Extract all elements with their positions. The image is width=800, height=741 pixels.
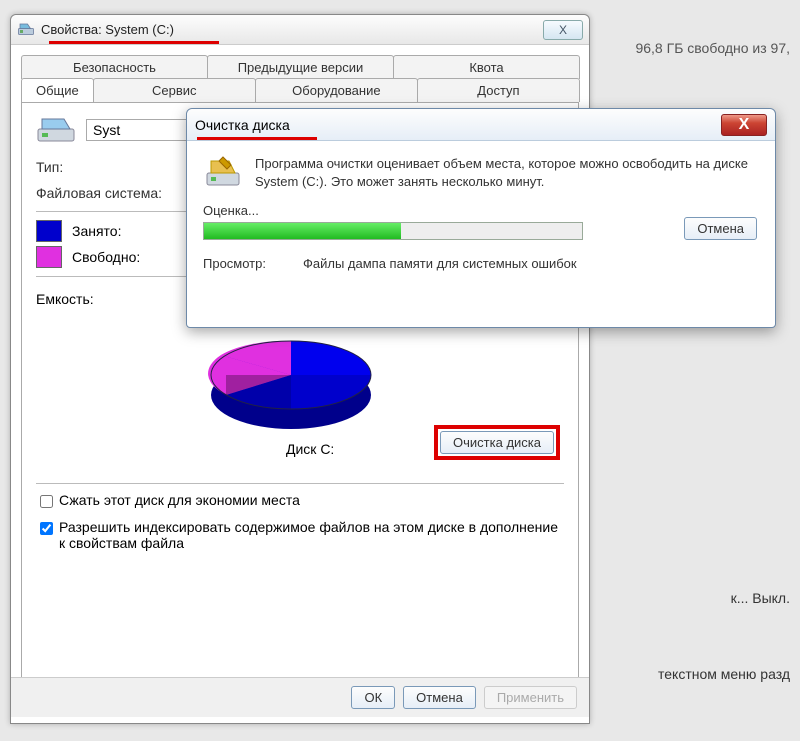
legend-used-label: Занято: — [72, 223, 122, 239]
tab-security[interactable]: Безопасность — [21, 55, 208, 79]
cleanup-title-text: Очистка диска — [195, 117, 721, 133]
cleanup-titlebar[interactable]: Очистка диска X — [187, 109, 775, 141]
properties-title: Свойства: System (C:) — [41, 22, 543, 37]
compress-checkbox-row[interactable]: Сжать этот диск для экономии места — [36, 492, 564, 511]
tab-previous-versions[interactable]: Предыдущие версии — [207, 55, 394, 79]
ok-button[interactable]: ОК — [351, 686, 395, 709]
disk-cleanup-button[interactable]: Очистка диска — [440, 431, 554, 454]
tab-hardware[interactable]: Оборудование — [255, 78, 418, 102]
index-label: Разрешить индексировать содержимое файло… — [59, 519, 564, 551]
progress-bar — [203, 222, 583, 240]
compress-checkbox[interactable] — [40, 495, 53, 508]
disk-cleanup-icon — [203, 155, 243, 191]
index-checkbox-row[interactable]: Разрешить индексировать содержимое файло… — [36, 519, 564, 551]
cleanup-message: Программа очистки оценивает объем места,… — [255, 155, 759, 191]
properties-titlebar[interactable]: Свойства: System (C:) X — [11, 15, 589, 45]
annotation-underline — [197, 137, 317, 140]
scan-label: Просмотр: — [203, 256, 303, 271]
usage-pie-chart — [196, 313, 386, 443]
scan-value: Файлы дампа памяти для системных ошибок — [303, 256, 577, 271]
explorer-free-space-text: 96,8 ГБ свободно из 97, — [635, 40, 790, 56]
apply-button[interactable]: Применить — [484, 686, 577, 709]
dialog-button-bar: ОК Отмена Применить — [11, 677, 589, 717]
tab-sharing[interactable]: Доступ — [417, 78, 580, 102]
close-button[interactable]: X — [721, 114, 767, 136]
divider — [36, 483, 564, 484]
tab-tools[interactable]: Сервис — [93, 78, 256, 102]
legend-swatch-used — [36, 220, 62, 242]
legend-swatch-free — [36, 246, 62, 268]
compress-label: Сжать этот диск для экономии места — [59, 492, 300, 508]
progress-fill — [204, 223, 401, 239]
explorer-context-hint: текстном меню разд — [658, 666, 790, 682]
disk-caption: Диск C: — [286, 441, 334, 457]
tab-general[interactable]: Общие — [21, 78, 94, 102]
drive-properties-icon — [17, 21, 35, 39]
drive-icon — [36, 115, 76, 145]
explorer-status-text: к... Выкл. — [731, 590, 790, 606]
tab-quota[interactable]: Квота — [393, 55, 580, 79]
disk-cleanup-dialog: Очистка диска X Программа очистки оценив… — [186, 108, 776, 328]
annotation-underline — [49, 41, 219, 44]
cancel-button[interactable]: Отмена — [403, 686, 476, 709]
legend-free-label: Свободно: — [72, 249, 140, 265]
capacity-label: Емкость: — [36, 291, 186, 307]
cleanup-cancel-button[interactable]: Отмена — [684, 217, 757, 240]
index-checkbox[interactable] — [40, 522, 53, 535]
close-button[interactable]: X — [543, 20, 583, 40]
evaluation-label: Оценка... — [203, 203, 759, 218]
annotation-highlight: Очистка диска — [434, 425, 560, 460]
